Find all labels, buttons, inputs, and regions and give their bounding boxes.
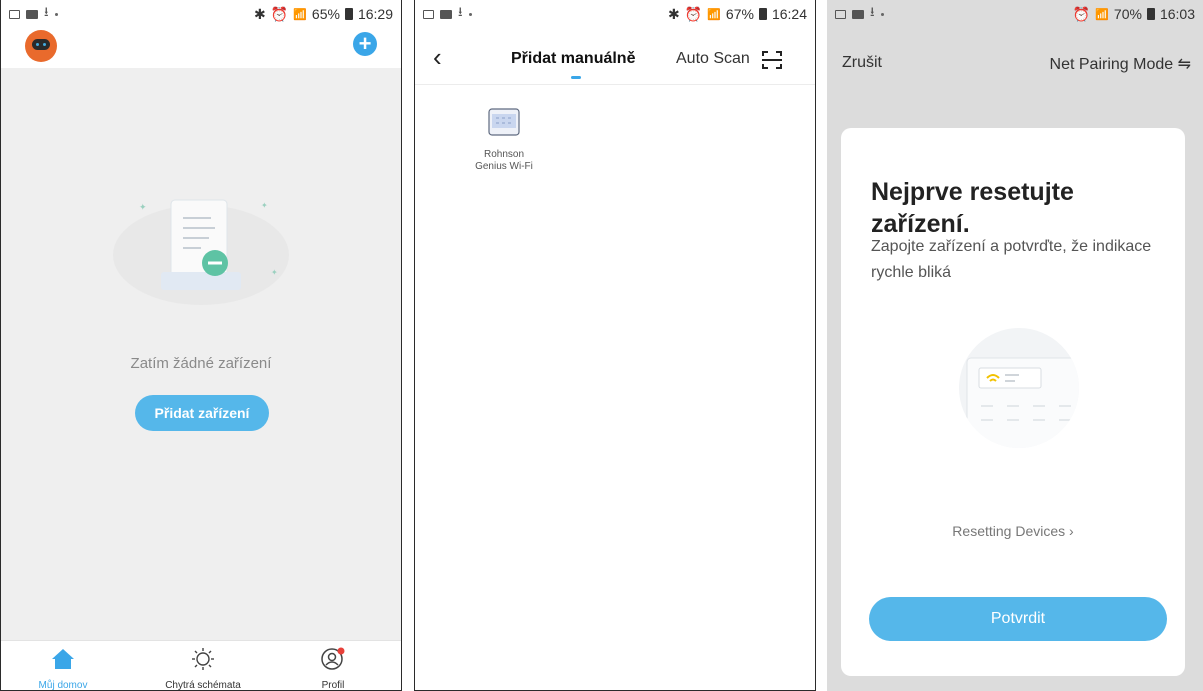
clock: 16:24	[771, 6, 807, 22]
net-pairing-mode-switch[interactable]: Net Pairing Mode ⇋	[1050, 54, 1191, 74]
tab-label: Můj domov	[38, 680, 88, 691]
empty-devices-illustration: ✦ ✦ ✦	[113, 199, 289, 305]
add-device-button[interactable]: Přidat zařízení	[135, 395, 269, 431]
bluetooth-icon: ✱	[668, 5, 680, 22]
app-header: +	[1, 28, 401, 68]
tab-label: Profil	[321, 680, 345, 691]
mail-icon	[852, 9, 864, 19]
download-icon: ⭳	[44, 4, 49, 19]
gallery-icon	[9, 9, 20, 19]
back-chevron-icon[interactable]: ‹	[433, 42, 442, 73]
alarm-icon: ⏰	[684, 5, 703, 22]
clock: 16:03	[1159, 6, 1195, 22]
active-tab-indicator	[571, 76, 581, 79]
wifi-signal-icon: 📶	[1095, 8, 1109, 21]
status-bar: ⭳ ✱ ⏰ 📶 67% 16:24	[415, 0, 815, 28]
gallery-icon	[835, 9, 846, 19]
gallery-icon	[423, 9, 434, 19]
reset-instructions-card: Nejprve resetujte zařízení. Zapojte zaří…	[841, 128, 1185, 676]
screen-reset-device: ⭳ ⏰ 📶 70% 16:03 Zrušit Net Pairing Mode …	[827, 0, 1203, 691]
svg-text:✦: ✦	[271, 268, 278, 277]
device-name-line1: Rohnson	[483, 149, 525, 160]
alarm-icon: ⏰	[270, 5, 289, 22]
screen-add-manually: ⭳ ✱ ⏰ 📶 67% 16:24 ‹ Přidat manuálně Auto…	[414, 0, 816, 691]
tab-add-manually[interactable]: Přidat manuálně	[511, 50, 635, 68]
profile-icon	[321, 647, 345, 670]
battery-icon	[758, 8, 767, 20]
nav-bar: ‹ Přidat manuálně Auto Scan	[415, 32, 815, 85]
dot-icon	[468, 12, 472, 16]
tab-smart-scenes[interactable]: Chytrá schémata	[153, 647, 253, 691]
download-icon: ⭳	[870, 4, 875, 19]
clock: 16:29	[357, 6, 393, 22]
tab-profile[interactable]: Profil	[283, 647, 383, 691]
wifi-signal-icon: 📶	[293, 8, 307, 21]
tab-my-home[interactable]: Můj domov	[13, 647, 113, 691]
download-icon: ⭳	[458, 4, 463, 19]
nav-bar: Zrušit Net Pairing Mode ⇋	[827, 44, 1203, 84]
confirm-button[interactable]: Potvrdit	[869, 597, 1167, 641]
svg-text:✦: ✦	[261, 201, 268, 210]
device-rohnson-genius-wifi[interactable]: Rohnson Genius Wi-Fi	[459, 108, 549, 173]
battery-percent: 65%	[311, 6, 340, 22]
battery-percent: 70%	[1113, 6, 1142, 22]
mail-icon	[440, 9, 452, 19]
add-device-plus-button[interactable]: +	[353, 32, 377, 56]
card-title: Nejprve resetujte zařízení.	[871, 178, 1074, 238]
svg-text:✦: ✦	[139, 202, 147, 212]
appliance-icon	[488, 108, 520, 136]
card-subtitle: Zapojte zařízení a potvrďte, že indikace…	[871, 238, 1152, 281]
bottom-tab-bar: Můj domov Chytrá schémata Profil	[1, 640, 401, 690]
dot-icon	[54, 12, 58, 16]
cancel-button[interactable]: Zrušit	[842, 54, 882, 72]
scan-qr-icon[interactable]	[761, 50, 783, 70]
tab-label: Chytrá schémata	[165, 680, 241, 691]
dot-icon	[880, 12, 884, 16]
device-indicator-illustration	[959, 328, 1079, 448]
screen-home: ⭳ ✱ ⏰ 📶 65% 16:29 + ✦ ✦ ✦ Zatím žádné za…	[0, 0, 402, 691]
battery-icon	[344, 8, 353, 20]
battery-percent: 67%	[725, 6, 754, 22]
tab-auto-scan[interactable]: Auto Scan	[676, 50, 750, 68]
alarm-icon: ⏰	[1072, 5, 1091, 22]
resetting-devices-link[interactable]: Resetting Devices ›	[841, 523, 1185, 539]
wifi-signal-icon: 📶	[707, 8, 721, 21]
status-bar: ⭳ ⏰ 📶 70% 16:03	[827, 0, 1203, 28]
battery-icon	[1146, 8, 1155, 20]
bluetooth-icon: ✱	[254, 5, 266, 22]
empty-state-text: Zatím žádné zařízení	[130, 355, 272, 372]
robot-avatar-icon[interactable]	[25, 30, 57, 62]
mail-icon	[26, 9, 38, 19]
sun-icon	[192, 648, 214, 670]
wifi-blinking-device-icon	[966, 357, 1079, 448]
status-bar: ⭳ ✱ ⏰ 📶 65% 16:29	[1, 0, 401, 28]
device-name-line2: Genius Wi-Fi	[475, 161, 533, 172]
home-icon	[52, 649, 74, 669]
